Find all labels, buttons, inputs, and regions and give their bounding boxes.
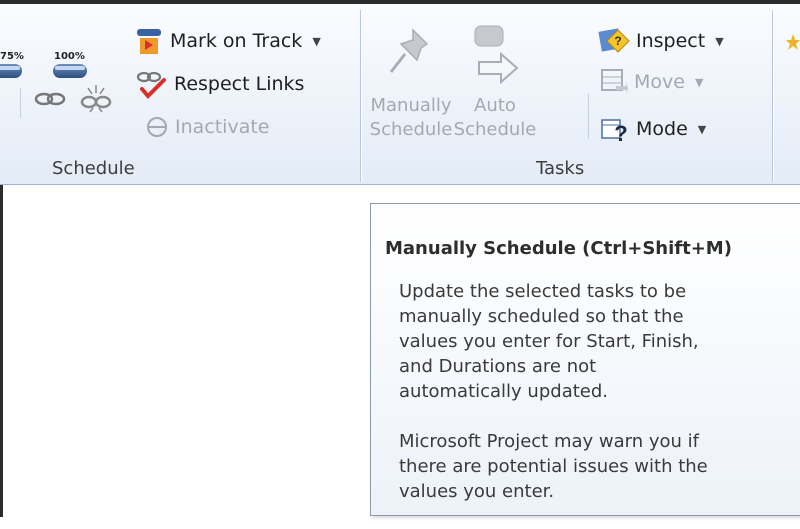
tooltip-line: manually scheduled so that the <box>399 306 684 327</box>
pct-75-label: 75% <box>0 51 24 62</box>
chevron-down-icon: ▼ <box>715 34 724 48</box>
respect-links-button[interactable]: Respect Links <box>134 67 304 101</box>
tasks-group: Manually Schedule Auto Schedule ? Inspec… <box>362 4 774 185</box>
move-icon <box>601 69 628 94</box>
tooltip-paragraph-2: Microsoft Project may warn you if there … <box>399 429 791 504</box>
grid-left-border <box>0 185 3 517</box>
chevron-down-icon: ▼ <box>694 75 704 89</box>
svg-text:?: ? <box>614 121 627 144</box>
unlink-icon <box>80 85 112 113</box>
schedule-group-label: Schedule <box>52 158 135 179</box>
mark-on-track-button[interactable]: Mark on Track ▼ <box>134 26 321 56</box>
inactivate-button[interactable]: Inactivate <box>145 115 270 139</box>
tooltip-line: automatically updated. <box>399 381 609 402</box>
tooltip-line: values you enter. <box>399 481 555 502</box>
auto-schedule-label-1: Auto <box>474 95 516 116</box>
mode-icon: ? <box>601 119 628 144</box>
pct-100-label: 100% <box>54 51 85 62</box>
unlink-tasks-button[interactable] <box>80 82 114 122</box>
inspect-button[interactable]: ? Inspect ▼ <box>598 26 724 56</box>
respect-links-label: Respect Links <box>174 73 305 95</box>
tooltip-line: there are potential issues with the <box>399 456 708 477</box>
link-tasks-button[interactable] <box>34 88 68 118</box>
pushpin-icon <box>389 28 429 73</box>
mode-label: Mode <box>636 118 688 140</box>
pct-75-button[interactable]: 75% <box>0 32 40 78</box>
manually-schedule-label-2: Schedule <box>369 119 453 140</box>
chevron-down-icon: ▼ <box>697 122 707 136</box>
tooltip: Manually Schedule (Ctrl+Shift+M) Update … <box>370 203 800 516</box>
tasks-group-label: Tasks <box>536 158 585 179</box>
schedule-group: 75% 100% Mark on Track ▼ Respect Links I… <box>0 4 360 185</box>
inspect-icon: ? <box>598 28 630 53</box>
auto-schedule-icon <box>474 25 519 85</box>
tooltip-line: values you enter for Start, Finish, <box>399 331 699 352</box>
tooltip-line: Microsoft Project may warn you if <box>399 431 699 452</box>
manually-schedule-label-1: Manually <box>370 95 452 116</box>
mark-on-track-icon <box>137 29 161 54</box>
inactivate-icon <box>147 117 167 137</box>
manually-schedule-button[interactable]: Manually Schedule <box>368 16 454 142</box>
respect-links-icon <box>136 71 166 99</box>
inspect-label: Inspect <box>636 30 706 52</box>
move-button[interactable]: Move ▼ <box>600 68 703 96</box>
chevron-down-icon: ▼ <box>312 34 321 48</box>
move-label: Move <box>634 71 685 93</box>
inactivate-label: Inactivate <box>175 116 270 138</box>
tooltip-line: Update the selected tasks to be <box>399 281 687 302</box>
mark-on-track-label: Mark on Track <box>170 30 303 52</box>
pct-100-button[interactable]: 100% <box>50 32 90 78</box>
tooltip-line: and Durations are not <box>399 356 597 377</box>
tooltip-title: Manually Schedule (Ctrl+Shift+M) <box>385 238 732 259</box>
ribbon: 75% 100% Mark on Track ▼ Respect Links I… <box>0 0 800 185</box>
tooltip-body: Update the selected tasks to be manually… <box>399 279 791 529</box>
pct-100-icon <box>53 64 87 78</box>
next-group-icon <box>786 32 800 50</box>
svg-text:?: ? <box>614 34 621 48</box>
tooltip-paragraph-1: Update the selected tasks to be manually… <box>399 279 791 404</box>
auto-schedule-label-2: Schedule <box>453 119 537 140</box>
link-icon <box>34 92 66 106</box>
mode-button[interactable]: ? Mode ▼ <box>600 114 706 144</box>
auto-schedule-button[interactable]: Auto Schedule <box>452 16 538 142</box>
pct-75-icon <box>0 64 22 78</box>
